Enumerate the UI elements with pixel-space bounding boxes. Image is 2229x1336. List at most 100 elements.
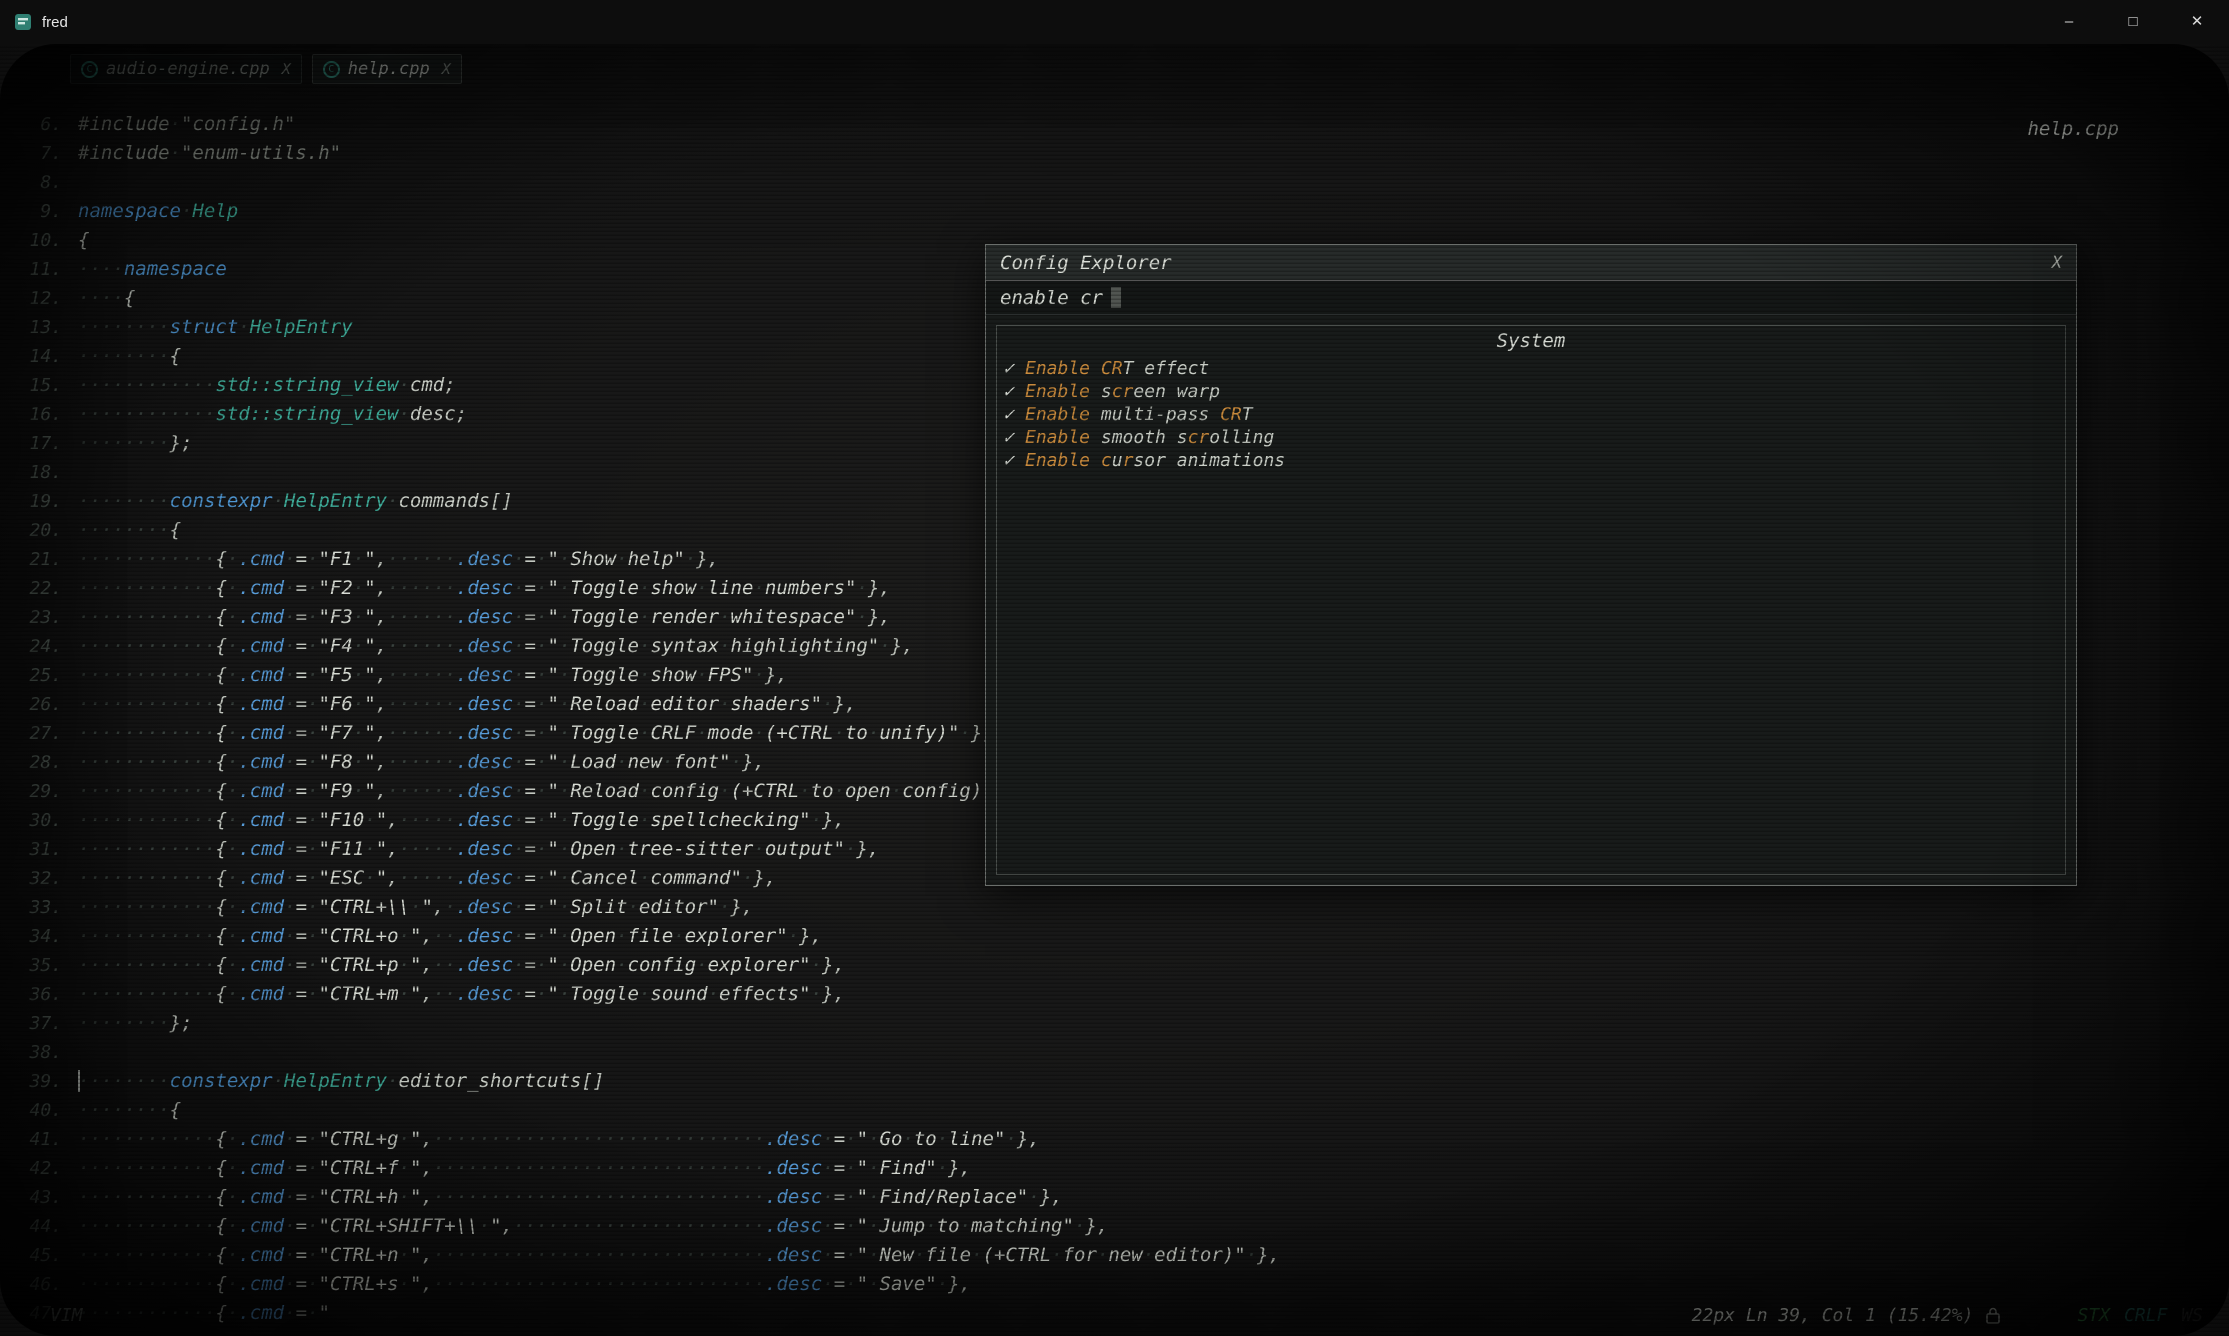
app-icon <box>14 13 32 31</box>
code-line[interactable]: 40.········{ <box>14 1096 2229 1125</box>
checkbox-checked-icon: ✓ <box>1003 427 1025 448</box>
checkbox-checked-icon: ✓ <box>1003 381 1025 402</box>
maximize-button[interactable]: □ <box>2101 0 2165 44</box>
cursor-position: 22px Ln 39, Col 1 (15.42%) <box>1692 1305 1974 1326</box>
config-item[interactable]: ✓Enable smooth scrolling <box>997 426 2065 449</box>
line-number: 10. <box>14 226 62 255</box>
search-query-text: enable cr <box>1000 287 1103 309</box>
line-number: 17. <box>14 429 62 458</box>
code-line[interactable]: 35.············{·.cmd·=·"CTRL+p·",··.des… <box>14 951 2229 980</box>
config-item-label: Enable multi-pass CRT <box>1025 404 1253 425</box>
code-line[interactable]: 45.············{·.cmd·=·"CTRL+n·",······… <box>14 1241 2229 1270</box>
code-line-text: ············{·.cmd·=·"F5·",······.desc·=… <box>78 661 788 690</box>
status-flag-stx: STX <box>2077 1305 2110 1326</box>
code-line[interactable]: 6.#include·"config.h" <box>14 110 2229 139</box>
code-line[interactable]: 33.············{·.cmd·=·"CTRL+\\·",·.des… <box>14 893 2229 922</box>
code-line[interactable]: 44.············{·.cmd·=·"CTRL+SHIFT+\\·"… <box>14 1212 2229 1241</box>
tab-label: audio-engine.cpp <box>106 59 270 79</box>
tab-close-button[interactable]: X <box>442 60 451 78</box>
code-line-text: ············std::string_view·desc; <box>78 400 467 429</box>
code-line[interactable]: 39.········constexpr·HelpEntry·editor_sh… <box>14 1067 2229 1096</box>
line-number: 9. <box>14 197 62 226</box>
window-title: fred <box>42 14 68 31</box>
code-line-text: namespace·Help <box>78 197 238 226</box>
code-line[interactable]: 43. ············{·.cmd·=·"CTRL+h·",······… <box>14 1183 2229 1212</box>
cpp-file-icon: C <box>81 61 98 78</box>
line-number: 31. <box>14 835 62 864</box>
line-number: 39. <box>14 1067 62 1096</box>
line-number: 24. <box>14 632 62 661</box>
code-line[interactable]: 41.············{·.cmd·=·"CTRL+g·",······… <box>14 1125 2229 1154</box>
filename-badge: help.cpp <box>2027 118 2119 140</box>
code-line-text: ············{·.cmd·=·"F3·",······.desc·=… <box>78 603 891 632</box>
code-line-text: ····namespace <box>78 255 227 284</box>
config-item[interactable]: ✓Enable multi-pass CRT <box>997 403 2065 426</box>
tab-bar: Caudio-engine.cpp X Chelp.cpp X <box>0 44 2229 90</box>
code-line[interactable]: 9. namespace·Help <box>14 197 2229 226</box>
line-number: 18. <box>14 458 62 487</box>
code-line[interactable]: 7.#include·"enum-utils.h" <box>14 139 2229 168</box>
code-line-text: ············{·.cmd·=·"F7·",······.desc·=… <box>78 719 994 748</box>
config-explorer-dialog: Config Explorer X enable cr System ✓Enab… <box>985 244 2077 886</box>
config-search-input[interactable]: enable cr <box>986 281 2076 315</box>
dialog-close-button[interactable]: X <box>2052 253 2062 273</box>
checkbox-checked-icon: ✓ <box>1003 450 1025 471</box>
code-line[interactable]: 8. <box>14 168 2229 197</box>
status-flag-ws: WS <box>2181 1305 2203 1326</box>
line-number: 36. <box>14 980 62 1009</box>
line-number: 34. <box>14 922 62 951</box>
code-line-text: ····{ <box>78 284 135 313</box>
code-line[interactable]: 36. ············{·.cmd·=·"CTRL+m·",··.des… <box>14 980 2229 1009</box>
search-caret <box>1111 287 1121 308</box>
line-number: 16. <box>14 400 62 429</box>
line-number: 43. <box>14 1183 62 1212</box>
line-number: 25. <box>14 661 62 690</box>
code-line-text: ············{·.cmd·=·"CTRL+f·",·········… <box>78 1154 971 1183</box>
code-line-text: ········{ <box>78 342 181 371</box>
tab-close-button[interactable]: X <box>282 60 291 78</box>
code-line-text: ········}; <box>78 429 193 458</box>
code-line-text: #include·"config.h" <box>78 110 295 139</box>
line-number: 29. <box>14 777 62 806</box>
config-item[interactable]: ✓Enable cursor animations <box>997 449 2065 472</box>
config-item[interactable]: ✓Enable CRT effect <box>997 357 2065 380</box>
status-bar: VIM 22px Ln 39, Col 1 (15.42%) STXCRLFWS <box>0 1294 2229 1336</box>
dialog-title: Config Explorer <box>1000 252 1172 274</box>
line-number: 40. <box>14 1096 62 1125</box>
code-line-text: ············{·.cmd·=·"CTRL+p·",··.desc·=… <box>78 951 845 980</box>
line-number: 13. <box>14 313 62 342</box>
config-item[interactable]: ✓Enable screen warp <box>997 380 2065 403</box>
code-line-text: ········struct·HelpEntry <box>78 313 353 342</box>
config-item-label: Enable screen warp <box>1025 381 1220 402</box>
config-section-header: System <box>997 326 2065 357</box>
mode-indicator: VIM <box>50 1305 83 1326</box>
tab-help.cpp[interactable]: Chelp.cpp X <box>312 54 462 84</box>
line-number: 30. <box>14 806 62 835</box>
tab-audio-engine.cpp[interactable]: Caudio-engine.cpp X <box>70 54 302 84</box>
minimize-button[interactable]: – <box>2037 0 2101 44</box>
cpp-file-icon: C <box>323 61 340 78</box>
tab-label: help.cpp <box>348 59 430 79</box>
code-line-text: ············{·.cmd·=·"CTRL+m·",··.desc·=… <box>78 980 845 1009</box>
line-number: 27. <box>14 719 62 748</box>
code-line-text: ············{·.cmd·=·"F2·",······.desc·=… <box>78 574 891 603</box>
code-line-text: ········constexpr·HelpEntry·commands[] <box>78 487 513 516</box>
code-line-text: ············{·.cmd·=·"F6·",······.desc·=… <box>78 690 856 719</box>
line-number: 26. <box>14 690 62 719</box>
code-line[interactable]: 37.········}; <box>14 1009 2229 1038</box>
window-controls: – □ ✕ <box>2037 0 2229 44</box>
code-line[interactable]: 34.············{·.cmd·=·"CTRL+o·",··.des… <box>14 922 2229 951</box>
checkbox-checked-icon: ✓ <box>1003 358 1025 379</box>
line-number: 37. <box>14 1009 62 1038</box>
code-line-text: ············{·.cmd·=·"F9·",······.desc·=… <box>78 777 1028 806</box>
close-button[interactable]: ✕ <box>2165 0 2229 44</box>
code-line[interactable]: 38. <box>14 1038 2229 1067</box>
line-number: 44. <box>14 1212 62 1241</box>
code-line[interactable]: 42.············{·.cmd·=·"CTRL+f·",······… <box>14 1154 2229 1183</box>
code-line-text: #include·"enum-utils.h" <box>78 139 341 168</box>
code-line-text: ············{·.cmd·=·"CTRL+h·",·········… <box>78 1183 1063 1212</box>
line-number: 45. <box>14 1241 62 1270</box>
line-number: 41. <box>14 1125 62 1154</box>
checkbox-checked-icon: ✓ <box>1003 404 1025 425</box>
titlebar: fred – □ ✕ <box>0 0 2229 44</box>
